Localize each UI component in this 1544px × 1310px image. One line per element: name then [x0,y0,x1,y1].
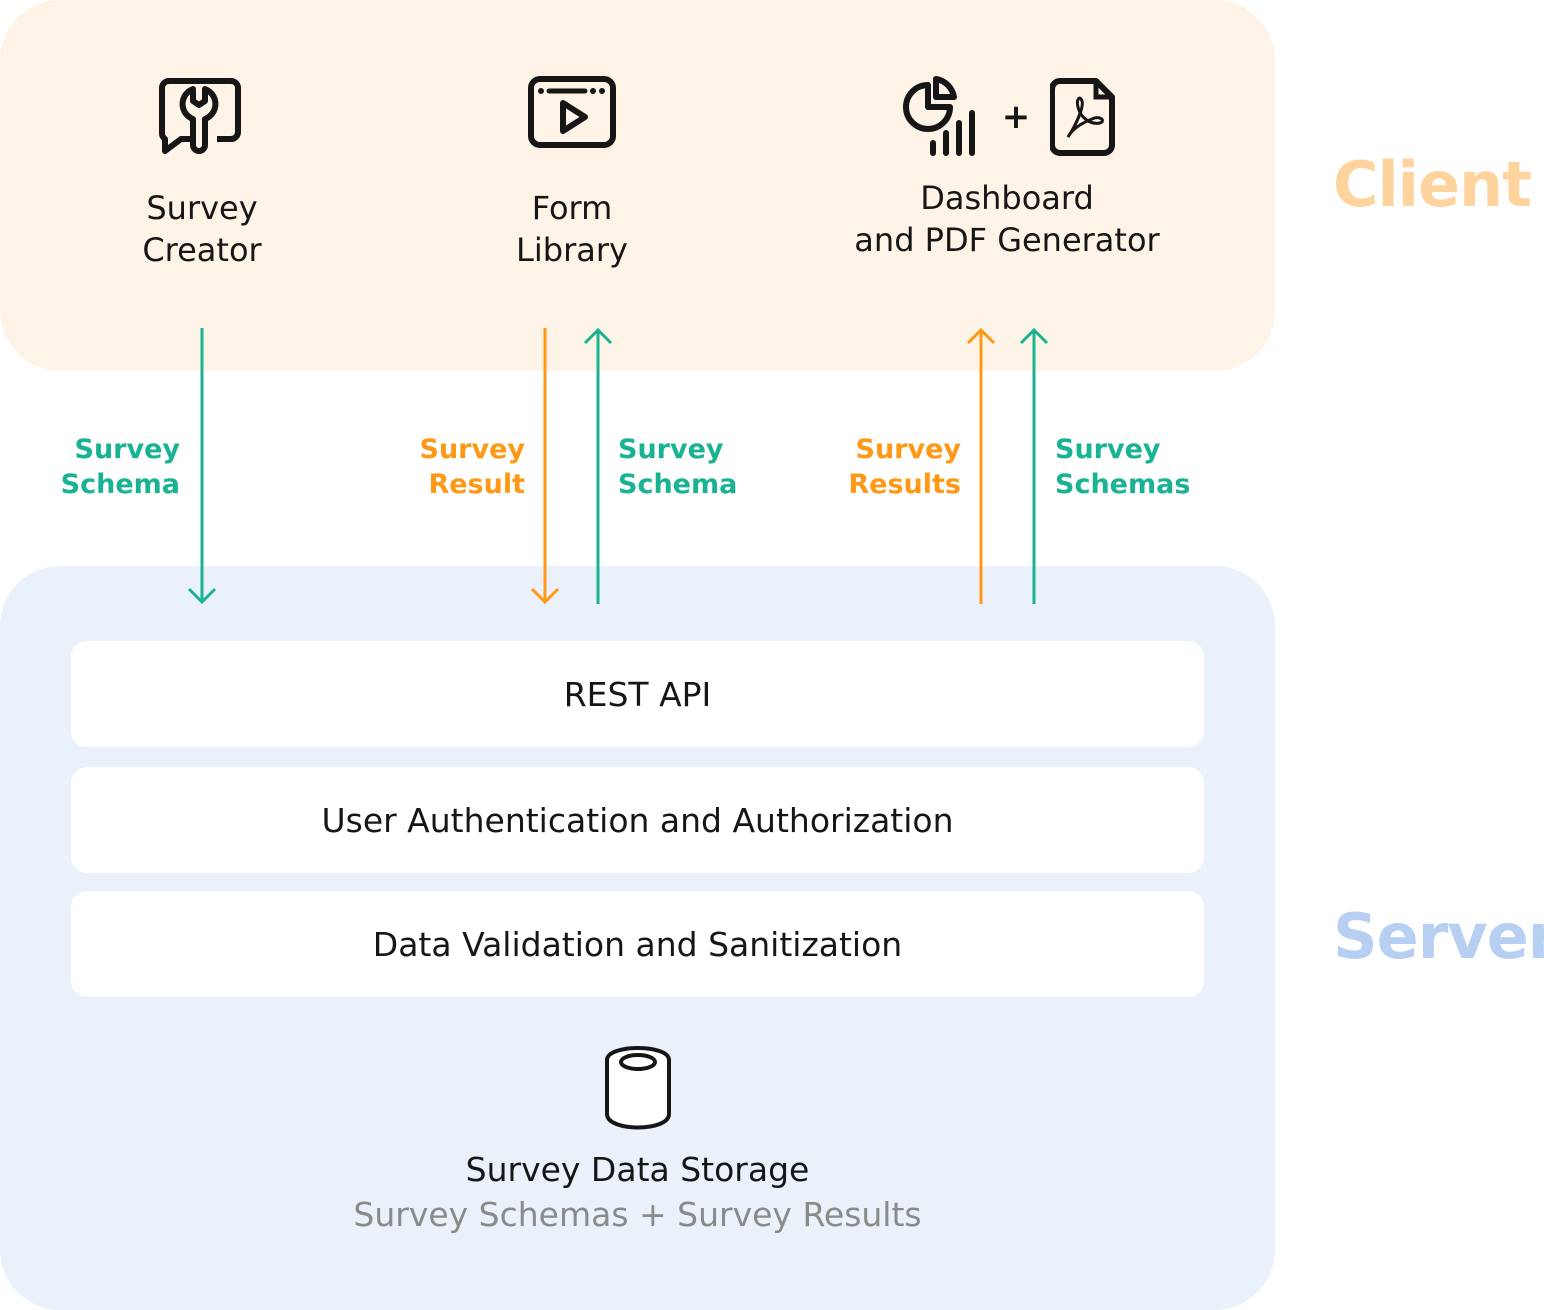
flow-label-line: Schema [618,469,738,500]
flow-label-dash-schemas: Survey Schemas [1055,432,1190,502]
arrow-dash-schemas-up [1019,327,1049,604]
arrow-dash-results-up [966,327,996,604]
flow-label-line: Survey [855,434,962,465]
flow-label-creator-schema: Survey Schema [61,432,180,502]
flow-label-form-schema: Survey Schema [618,432,737,502]
storage-title: Survey Data Storage [465,1150,810,1189]
flow-label-form-result: Survey Result [420,432,526,502]
auth-layer: User Authentication and Authorization [71,767,1204,873]
flow-label-line: Survey [419,434,526,465]
flow-label-line: Survey [618,434,724,465]
database-icon [604,1046,671,1130]
arrow-creator-schema-down [187,328,217,605]
arrow-form-schema-up [583,327,613,604]
flow-label-line: Schemas [1055,469,1191,500]
rest-api-layer: REST API [71,641,1204,747]
validation-layer: Data Validation and Sanitization [71,891,1204,997]
arrow-form-result-down [530,328,560,605]
flow-label-line: Survey [74,434,181,465]
data-storage: Survey Data Storage Survey Schemas + Sur… [340,1040,935,1238]
flow-label-line: Result [428,469,525,500]
storage-subtitle: Survey Schemas + Survey Results [353,1195,922,1234]
flow-label-line: Survey [1055,434,1161,465]
flow-label-line: Results [848,469,961,500]
flow-label-line: Schema [60,469,180,500]
flow-label-dash-results: Survey Results [848,432,961,502]
